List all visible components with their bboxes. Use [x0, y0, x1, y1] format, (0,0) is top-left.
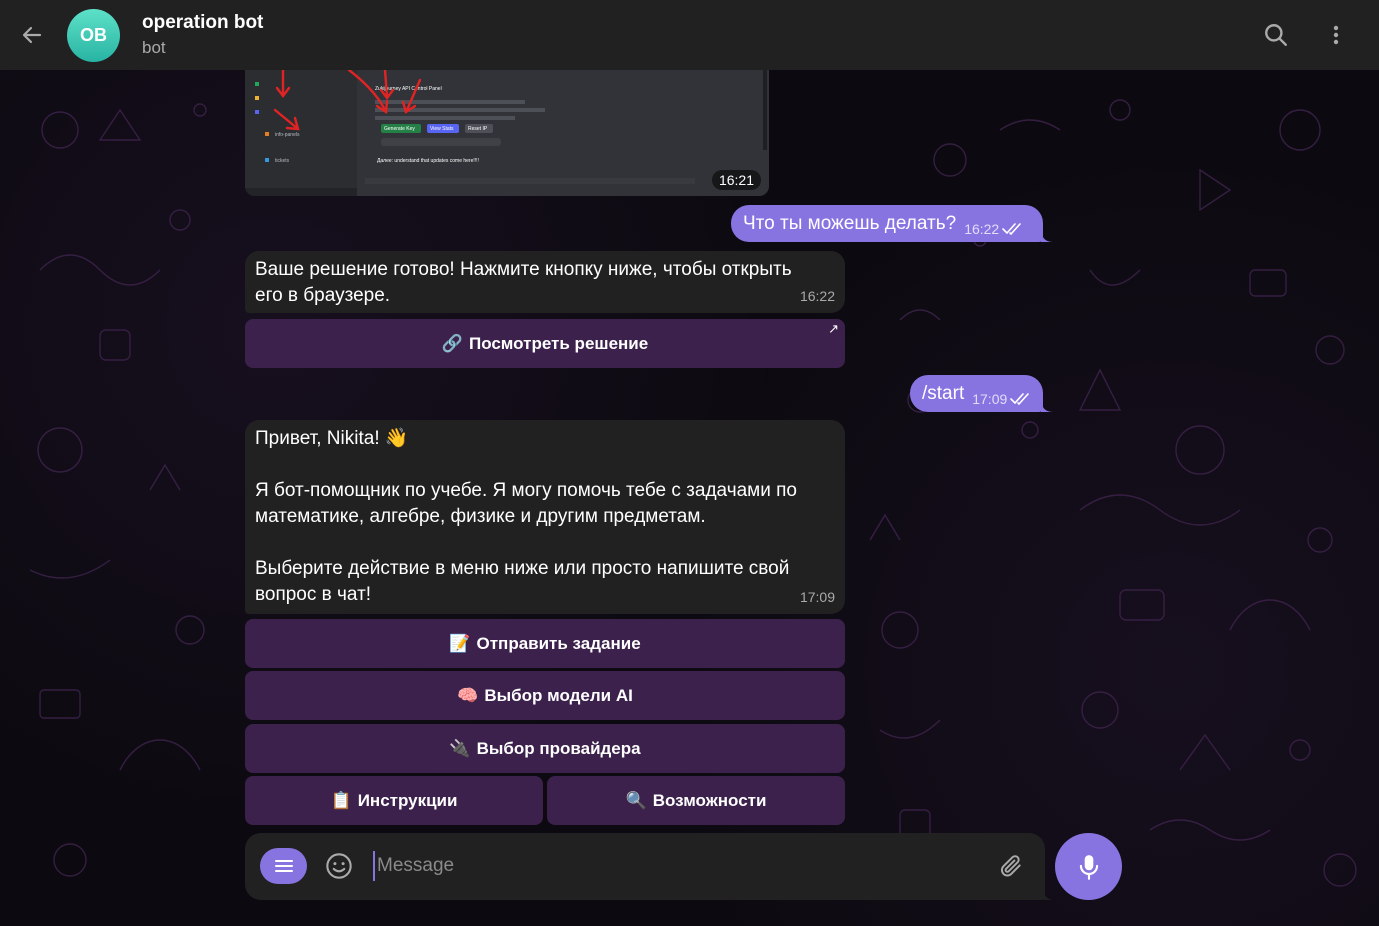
- search-button[interactable]: [1258, 17, 1294, 53]
- message-time: 17:09: [799, 589, 835, 605]
- voice-message-button[interactable]: [1055, 833, 1122, 900]
- double-check-icon: [1010, 392, 1030, 405]
- link-icon: 🔗: [441, 333, 463, 353]
- instructions-button[interactable]: 📋 Инструкции: [245, 776, 543, 825]
- memo-icon: 📝: [449, 633, 471, 653]
- menu-icon: [274, 860, 293, 872]
- screenshot-info-panels: info-panels: [275, 132, 300, 138]
- message-line: [255, 530, 835, 556]
- attached-screenshot: info-panels tickets Zukijourney API Cont…: [245, 70, 769, 196]
- message-text: /start: [922, 382, 965, 404]
- bot-menu-button[interactable]: [260, 848, 307, 884]
- image-message[interactable]: info-panels tickets Zukijourney API Cont…: [245, 70, 769, 196]
- message-line: вопрос в чат!: [255, 584, 372, 605]
- bubble-tail: [1041, 228, 1053, 242]
- emoji-icon: [326, 853, 352, 879]
- message-composer: [245, 833, 1045, 900]
- button-label: Выбор провайдера: [476, 738, 641, 758]
- choose-model-button[interactable]: 🧠 Выбор модели AI: [245, 671, 845, 720]
- screenshot-view-stats: View Stats: [430, 126, 454, 132]
- button-label: Отправить задание: [476, 633, 641, 653]
- button-label: Посмотреть решение: [468, 333, 649, 353]
- message-line: его в браузере.: [255, 285, 391, 306]
- open-external-icon: ↗: [828, 321, 839, 336]
- message-line: [255, 452, 835, 478]
- outgoing-message[interactable]: Что ты можешь делать? 16:22: [731, 205, 1043, 242]
- message-line: Выберите действие в меню ниже или просто…: [255, 558, 790, 579]
- button-label: Инструкции: [357, 790, 458, 810]
- screenshot-reset-ip: Reset IP: [468, 126, 488, 132]
- message-input[interactable]: [373, 851, 973, 881]
- back-button[interactable]: [14, 17, 50, 53]
- message-time: 16:22: [964, 220, 1000, 237]
- double-check-icon: [1002, 222, 1022, 235]
- message-line: Ваше решение готово! Нажмите кнопку ниже…: [255, 259, 792, 280]
- emoji-button[interactable]: [323, 850, 355, 882]
- view-solution-button[interactable]: 🔗 Посмотреть решение ↗: [245, 319, 845, 368]
- send-task-button[interactable]: 📝 Отправить задание: [245, 619, 845, 668]
- bubble-tail: [1041, 398, 1053, 412]
- message-line: Привет, Nikita! 👋: [255, 428, 409, 449]
- more-vertical-icon: [1333, 25, 1339, 45]
- outgoing-message[interactable]: /start 17:09: [910, 375, 1043, 412]
- back-arrow-icon: [22, 26, 42, 44]
- choose-provider-button[interactable]: 🔌 Выбор провайдера: [245, 724, 845, 773]
- attach-icon: [1000, 855, 1021, 877]
- chat-title[interactable]: operation bot: [142, 12, 263, 34]
- brain-icon: 🧠: [457, 685, 479, 705]
- features-button[interactable]: 🔍 Возможности: [547, 776, 845, 825]
- microphone-icon: [1079, 854, 1098, 880]
- message-text: Что ты можешь делать?: [743, 212, 957, 234]
- message-time: 16:22: [799, 288, 835, 304]
- avatar-initials: OB: [80, 25, 107, 45]
- screenshot-tickets: tickets: [275, 158, 290, 164]
- screenshot-announcement: Далее: understand that updates come here…: [377, 158, 479, 164]
- attach-button[interactable]: [995, 850, 1027, 882]
- composer-tail: [1043, 886, 1055, 900]
- screenshot-generate-key: Generate Key: [384, 126, 415, 132]
- clipboard-icon: 📋: [330, 790, 352, 810]
- button-label: Выбор модели AI: [484, 685, 633, 705]
- chat-subtitle: bot: [142, 38, 166, 57]
- more-button[interactable]: [1318, 17, 1354, 53]
- incoming-message[interactable]: Ваше решение готово! Нажмите кнопку ниже…: [245, 251, 845, 313]
- screenshot-panel-title: Zukijourney API Control Panel: [375, 86, 442, 92]
- message-line: математике, алгебре, физике и другим пре…: [255, 506, 706, 527]
- incoming-message[interactable]: Привет, Nikita! 👋 Я бот-помощник по учеб…: [245, 420, 845, 614]
- plug-icon: 🔌: [449, 738, 471, 758]
- button-label: Возможности: [652, 790, 767, 810]
- message-time: 17:09: [972, 390, 1008, 407]
- chat-header: OB operation bot bot: [0, 0, 1379, 70]
- image-message-time: 16:21: [711, 170, 761, 190]
- avatar[interactable]: OB: [67, 9, 120, 62]
- magnifier-icon: 🔍: [625, 790, 647, 810]
- message-line: Я бот-помощник по учебе. Я могу помочь т…: [255, 480, 797, 501]
- search-icon: [1265, 24, 1287, 46]
